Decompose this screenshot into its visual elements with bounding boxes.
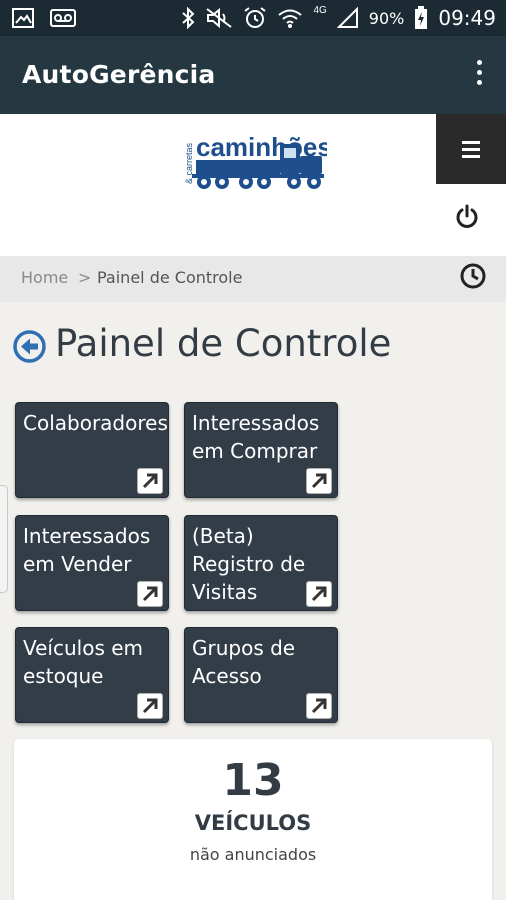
tile-label: Interessados em Vender [23, 524, 151, 576]
stats-card: 13 VEÍCULOS não anunciados [14, 739, 492, 900]
clock-time: 09:49 [438, 6, 496, 30]
tile-grupos-acesso[interactable]: Grupos de Acesso [184, 627, 338, 723]
signal-icon [336, 7, 358, 28]
overflow-menu-icon[interactable] [474, 60, 484, 90]
stat-sublabel: não anunciados [189, 845, 317, 864]
mute-icon [206, 7, 233, 29]
gallery-icon [12, 8, 34, 28]
network-type: 4G [313, 4, 327, 16]
status-bar: 4G 90% 09:49 [0, 0, 506, 36]
alarm-icon [244, 7, 267, 28]
tile-label: Colaboradores [23, 411, 168, 435]
breadcrumb: Home > Painel de Controle [0, 256, 506, 302]
breadcrumb-home-link[interactable]: Home [21, 268, 68, 287]
stat-label: VEÍCULOS [194, 811, 312, 835]
tile-colaboradores[interactable]: Colaboradores [15, 402, 169, 498]
open-arrow-icon[interactable] [306, 581, 332, 607]
tile-veiculos-estoque[interactable]: Veículos em estoque [15, 627, 169, 723]
wifi-icon [278, 9, 303, 28]
breadcrumb-current: Painel de Controle [97, 268, 243, 287]
tile-interessados-vender[interactable]: Interessados em Vender [15, 515, 169, 611]
back-arrow-icon[interactable] [13, 330, 46, 363]
voicemail-icon [50, 9, 76, 27]
tile-registro-visitas[interactable]: (Beta) Registro de Visitas [184, 515, 338, 611]
bluetooth-icon [182, 7, 195, 29]
tile-label: Veículos em estoque [23, 636, 144, 688]
tile-interessados-comprar[interactable]: Interessados em Comprar [184, 402, 338, 498]
open-arrow-icon[interactable] [137, 468, 163, 494]
battery-charging-icon [415, 6, 428, 29]
open-arrow-icon[interactable] [137, 693, 163, 719]
battery-level: 90% [368, 8, 405, 28]
truck-logo: & carretas caminhões [184, 132, 327, 189]
stat-number: 13 [222, 755, 284, 806]
tile-label: Grupos de Acesso [192, 636, 296, 688]
app-bar: AutoGerência [0, 36, 506, 114]
open-arrow-icon[interactable] [306, 693, 332, 719]
open-arrow-icon[interactable] [306, 468, 332, 494]
power-icon[interactable] [454, 204, 480, 230]
site-header: & carretas caminhões [0, 114, 506, 256]
open-arrow-icon[interactable] [137, 581, 163, 607]
page-title: Painel de Controle [55, 322, 392, 365]
app-title: AutoGerência [22, 60, 216, 89]
tile-label: Interessados em Comprar [192, 411, 320, 463]
side-drawer-handle[interactable] [0, 485, 8, 593]
clock-icon[interactable] [459, 262, 487, 290]
breadcrumb-separator: > [78, 268, 92, 287]
hamburger-icon[interactable] [436, 114, 506, 184]
